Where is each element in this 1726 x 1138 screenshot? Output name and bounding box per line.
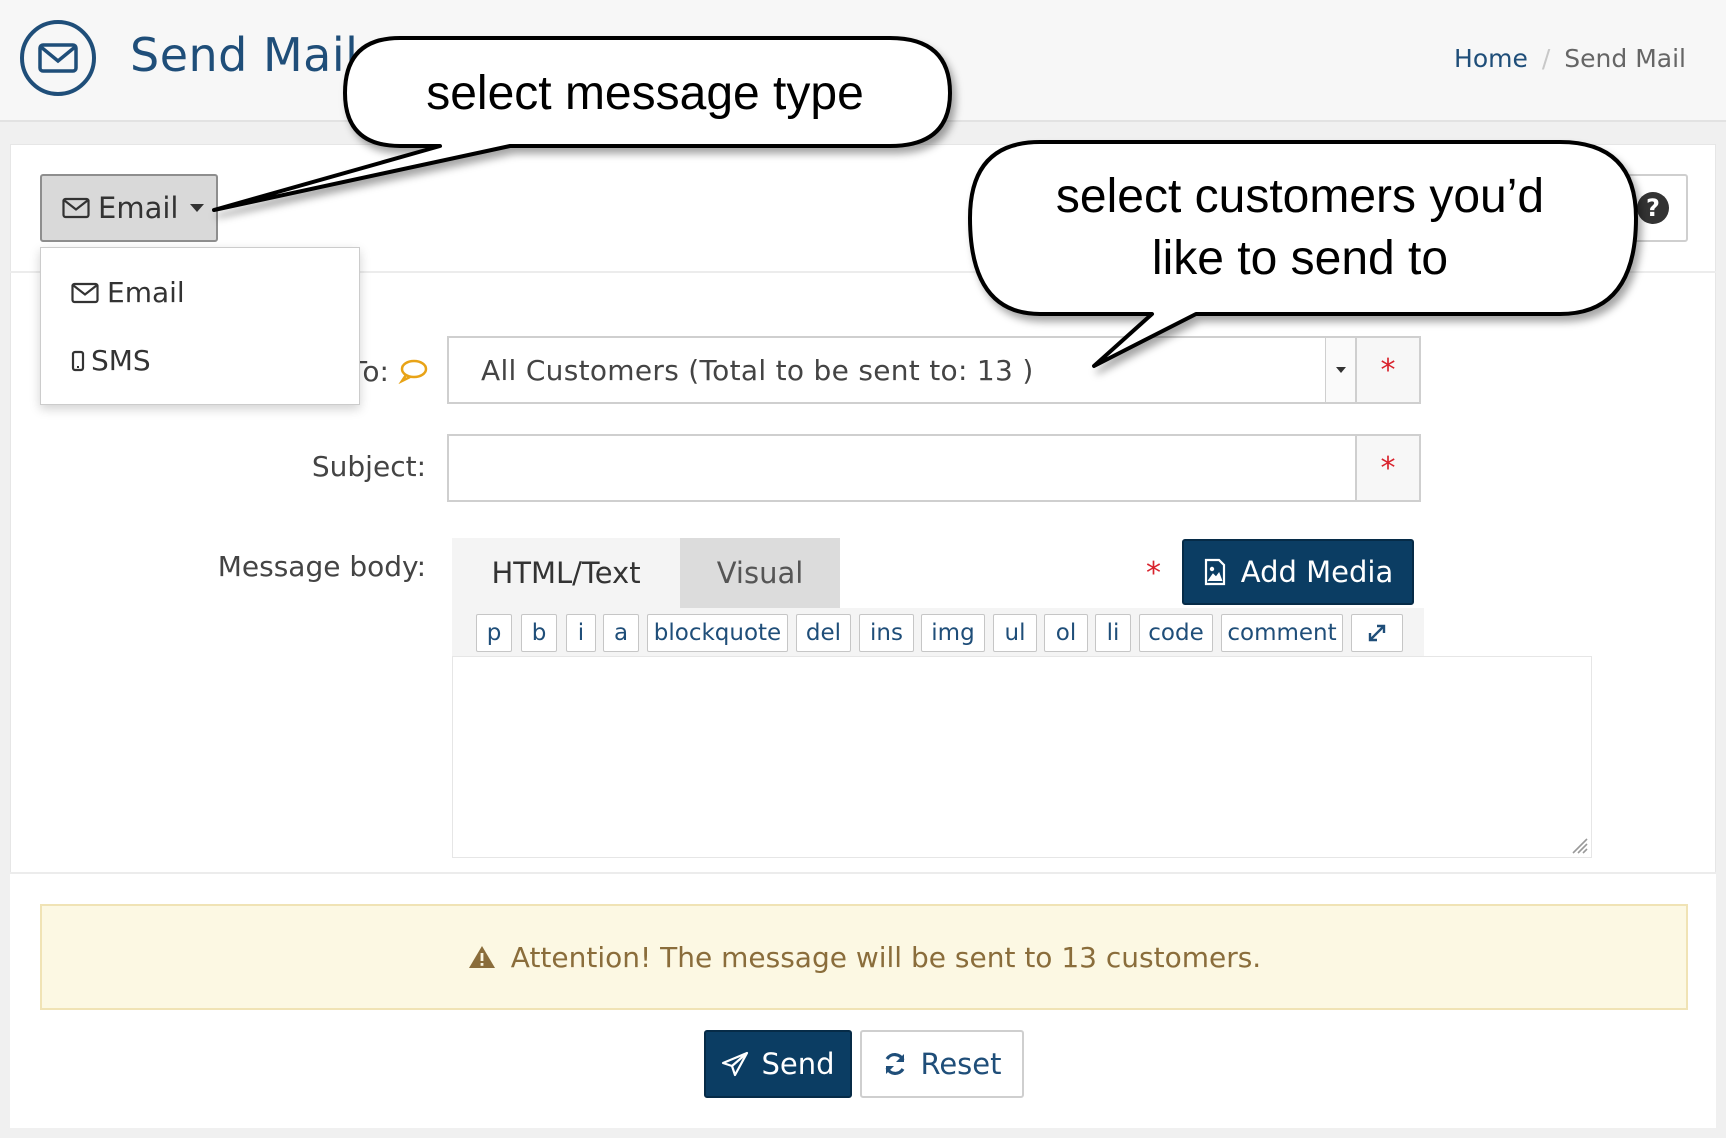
quicktag-ul-button[interactable]: ul <box>993 614 1037 652</box>
fullscreen-button[interactable] <box>1351 614 1403 652</box>
resize-grip-icon[interactable] <box>1567 833 1589 855</box>
required-marker: * <box>1355 436 1419 500</box>
attention-alert: Attention! The message will be sent to 1… <box>40 904 1688 1010</box>
menu-item-email[interactable]: Email <box>71 276 185 309</box>
quicktag-blockquote-button[interactable]: blockquote <box>647 614 788 652</box>
quicktag-i-button[interactable]: i <box>566 614 596 652</box>
message-type-menu: Email SMS <box>40 247 360 405</box>
quicktag-b-button[interactable]: b <box>521 614 557 652</box>
quicktag-ins-button[interactable]: ins <box>859 614 914 652</box>
comment-icon[interactable] <box>398 358 428 384</box>
quicktag-code-button[interactable]: code <box>1139 614 1213 652</box>
quicktag-li-button[interactable]: li <box>1095 614 1131 652</box>
expand-icon <box>1368 624 1386 642</box>
mail-logo-icon <box>20 20 96 96</box>
add-media-label: Add Media <box>1240 555 1394 589</box>
callout-text-message-type: select message type <box>426 67 864 120</box>
warning-icon <box>468 946 495 968</box>
chevron-down-icon <box>190 204 205 212</box>
callout-text-customers-line2: like to send to <box>1151 232 1449 285</box>
reset-button[interactable]: Reset <box>860 1030 1024 1098</box>
recipients-selected-value: All Customers (Total to be sent to: 13 ) <box>481 354 1034 387</box>
send-button-label: Send <box>761 1047 835 1081</box>
envelope-icon <box>62 197 90 219</box>
tab-visual[interactable]: Visual <box>680 538 840 608</box>
paper-plane-icon <box>722 1051 749 1077</box>
subject-field-group: * <box>447 434 1421 502</box>
message-body-textarea[interactable] <box>452 656 1592 858</box>
required-marker: * <box>1355 338 1419 402</box>
image-icon <box>1204 558 1225 586</box>
breadcrumb-current: Send Mail <box>1564 44 1686 73</box>
quicktag-comment-button[interactable]: comment <box>1221 614 1343 652</box>
menu-item-email-label: Email <box>107 276 185 309</box>
mobile-phone-icon <box>71 350 85 371</box>
refresh-icon <box>886 1053 905 1075</box>
tab-html-text[interactable]: HTML/Text <box>452 538 680 608</box>
message-body-label: Message body: <box>217 550 426 583</box>
breadcrumb: Home / Send Mail <box>1454 44 1686 73</box>
quicktag-img-button[interactable]: img <box>921 614 985 652</box>
select-arrow-icon[interactable] <box>1325 338 1355 402</box>
help-button[interactable]: ? <box>1618 174 1688 242</box>
send-button[interactable]: Send <box>704 1030 852 1098</box>
add-media-button[interactable]: Add Media <box>1182 539 1414 605</box>
reset-button-label: Reset <box>920 1047 1002 1081</box>
message-type-dropdown-button[interactable]: Email <box>40 174 218 242</box>
breadcrumb-separator: / <box>1541 44 1551 73</box>
quicktag-ol-button[interactable]: ol <box>1044 614 1088 652</box>
callout-text-customers-line1: select customers you’d <box>1055 170 1545 223</box>
message-type-selected-label: Email <box>98 191 179 225</box>
menu-item-sms[interactable]: SMS <box>71 344 151 377</box>
page-title: Send Mail <box>130 28 359 82</box>
callout-text-customers: select customers you’d like to send to <box>980 166 1620 290</box>
envelope-icon <box>71 282 99 303</box>
quicktag-del-button[interactable]: del <box>796 614 851 652</box>
subject-input[interactable] <box>449 436 1355 500</box>
menu-item-sms-label: SMS <box>91 344 151 377</box>
quicktag-p-button[interactable]: p <box>476 614 512 652</box>
attention-alert-text: Attention! The message will be sent to 1… <box>510 940 1262 974</box>
quicktag-a-button[interactable]: a <box>603 614 639 652</box>
subject-label: Subject: <box>311 450 426 483</box>
breadcrumb-home-link[interactable]: Home <box>1454 44 1528 73</box>
question-icon: ? <box>1637 192 1669 224</box>
recipients-select[interactable]: All Customers (Total to be sent to: 13 )… <box>447 336 1421 404</box>
required-marker: * <box>1146 556 1161 591</box>
